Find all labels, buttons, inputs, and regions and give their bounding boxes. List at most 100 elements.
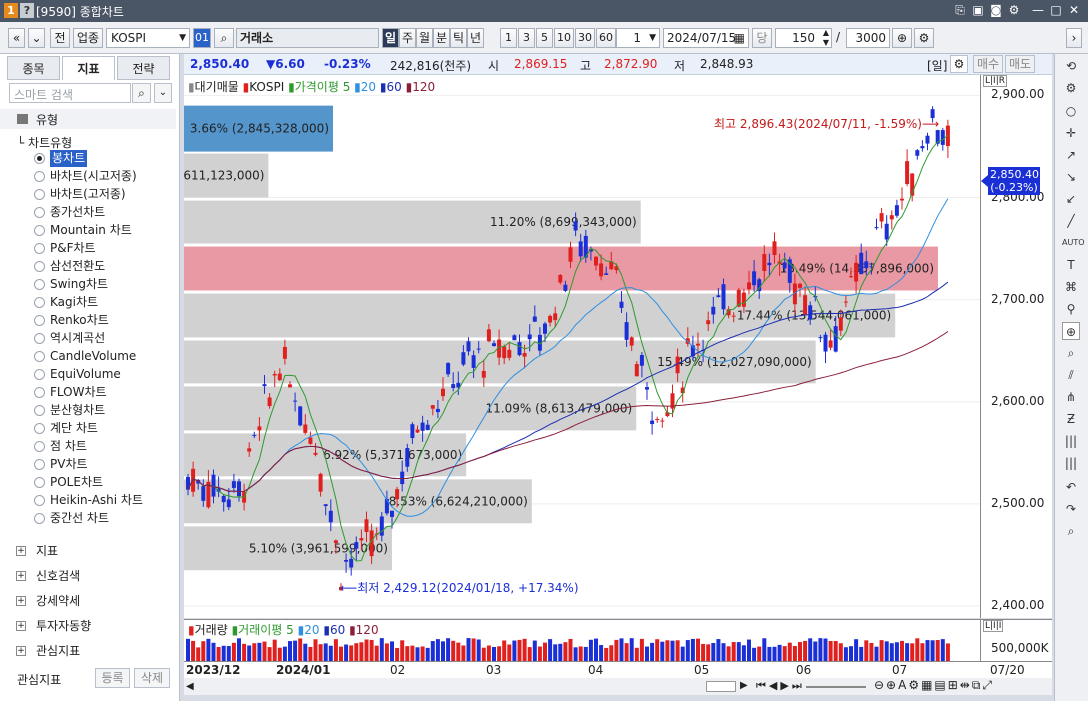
radio-icon[interactable] — [34, 153, 45, 164]
crosshair-icon[interactable]: ✛ — [1062, 124, 1080, 142]
radio-icon[interactable] — [34, 495, 45, 506]
search-icon[interactable]: ⌕ — [214, 28, 234, 48]
period-button-4[interactable]: 틱 — [450, 28, 467, 48]
expand-icon[interactable]: + — [16, 596, 26, 606]
radio-icon[interactable] — [34, 405, 45, 416]
period-button-3[interactable]: 분 — [433, 28, 450, 48]
chevron-down-icon[interactable]: ⌄ — [28, 28, 45, 48]
auto-trend-icon[interactable]: AUTO — [1062, 234, 1085, 252]
zoom-in-icon[interactable]: ⊕ — [892, 28, 912, 48]
undo-icon[interactable]: ↶ — [1062, 478, 1080, 496]
period-button-2[interactable]: 월 — [416, 28, 433, 48]
help-icon[interactable]: ? — [20, 3, 34, 18]
radio-icon[interactable] — [34, 423, 45, 434]
unit-select[interactable]: 1 ▼ — [616, 28, 660, 48]
marker-icon[interactable]: ⚲ — [1062, 300, 1080, 318]
symbol-select[interactable]: KOSPI ▼ — [106, 28, 190, 48]
scale-mode-label[interactable]: L|I|R — [983, 75, 1007, 87]
link-icon[interactable]: ⎘ — [952, 2, 968, 19]
fibo-icon[interactable]: ||| — [1062, 432, 1080, 450]
register-button[interactable]: 등록 — [95, 668, 130, 688]
refresh-icon[interactable]: ⟲ — [1062, 57, 1080, 75]
radio-icon[interactable] — [34, 477, 45, 488]
playback-icons[interactable]: ⏮◀▶⏭ — [756, 679, 805, 693]
tag-icon[interactable]: ⌘ — [1062, 278, 1080, 296]
nav-prev-button[interactable]: « — [8, 28, 25, 48]
radio-icon[interactable] — [34, 513, 45, 524]
text-icon[interactable]: T — [1062, 256, 1080, 274]
buy-button[interactable]: 매수 — [973, 55, 1003, 73]
symbol-code-badge[interactable]: 01 — [193, 28, 211, 48]
sell-button[interactable]: 매도 — [1005, 55, 1035, 73]
radio-icon[interactable] — [34, 459, 45, 470]
period-button-0[interactable]: 일 — [382, 28, 399, 48]
tree-group-label[interactable]: └ 차트유형 — [17, 134, 72, 151]
category-button[interactable]: 업종 — [73, 28, 103, 48]
interval-button-2[interactable]: 5 — [536, 28, 553, 48]
price-chart[interactable]: 3.66% (2,845,328,000) 2.07% (1,611,123,00… — [125, 75, 980, 618]
radio-icon[interactable] — [34, 387, 45, 398]
line-icon[interactable]: ╱ — [1062, 212, 1080, 230]
radio-icon[interactable] — [34, 441, 45, 452]
date-field[interactable]: 2024/07/15 ▦ — [663, 28, 749, 48]
vol-scale-mode-label[interactable]: L|I|I — [983, 620, 1004, 632]
radio-icon[interactable] — [34, 315, 45, 326]
search-icon[interactable]: ⌕ — [132, 83, 151, 103]
interval-button-5[interactable]: 60 — [596, 28, 616, 48]
speed-slider[interactable] — [806, 686, 866, 688]
date-mode-button[interactable]: 당 — [752, 28, 772, 48]
smart-search-input[interactable]: 스마트 검색 — [9, 83, 131, 103]
zoom-icon[interactable]: ⊕ — [1062, 322, 1080, 340]
pitchfork-icon[interactable]: ⋔ — [1062, 388, 1080, 406]
close-icon[interactable]: ✕ — [1066, 2, 1082, 19]
expand-icon[interactable]: + — [16, 621, 26, 631]
stepper-icon[interactable]: ▲ ▼ — [823, 28, 829, 48]
expand-icon[interactable]: + — [16, 571, 26, 581]
count-input[interactable]: 150 ▲ ▼ — [775, 28, 832, 48]
ray-icon[interactable]: ↙ — [1062, 190, 1080, 208]
zigzag-icon[interactable]: Ƶ — [1062, 410, 1080, 428]
radio-icon[interactable] — [34, 297, 45, 308]
chevron-down-icon[interactable]: ⌄ — [154, 83, 172, 103]
radio-icon[interactable] — [34, 207, 45, 218]
volume-chart[interactable]: ▮거래량 ▮거래이평 5 ▮20 ▮60 ▮120 — [184, 619, 980, 662]
arrow-line-icon[interactable]: ↘ — [1062, 168, 1080, 186]
radio-icon[interactable] — [34, 225, 45, 236]
maximize-icon[interactable]: □ — [1048, 2, 1064, 19]
interval-button-1[interactable]: 3 — [518, 28, 535, 48]
period-button-1[interactable]: 주 — [399, 28, 416, 48]
save-icon[interactable]: ▣ — [970, 2, 986, 19]
radio-icon[interactable] — [34, 189, 45, 200]
scroll-left-icon[interactable]: ◀ — [186, 681, 194, 692]
tab-stock[interactable]: 종목 — [7, 56, 60, 80]
radio-icon[interactable] — [34, 261, 45, 272]
prev-symbol-button[interactable]: 전 — [50, 28, 70, 48]
magnify-icon[interactable]: ⌕ — [1062, 522, 1080, 540]
minimize-icon[interactable]: — — [1030, 2, 1046, 19]
radio-icon[interactable] — [34, 279, 45, 290]
interval-button-3[interactable]: 10 — [554, 28, 574, 48]
interval-button-4[interactable]: 30 — [575, 28, 595, 48]
interval-button-0[interactable]: 1 — [500, 28, 517, 48]
radio-icon[interactable] — [34, 171, 45, 182]
chart-zoom-icons[interactable]: ⊖⊕A⚙▦▤⊞⇹⧉⤢ — [874, 678, 994, 693]
gear-icon[interactable]: ⚙ — [1062, 79, 1080, 97]
gear-icon[interactable]: ⚙ — [950, 55, 968, 73]
total-input[interactable]: 3000 — [846, 28, 890, 48]
expand-icon[interactable]: + — [16, 646, 26, 656]
gear-icon[interactable]: ⚙ — [1006, 2, 1022, 19]
period-button-5[interactable]: 년 — [467, 28, 484, 48]
tree-root-label[interactable]: 유형 — [36, 111, 58, 128]
settings-icon[interactable]: ⚙ — [914, 28, 934, 48]
radio-icon[interactable] — [34, 333, 45, 344]
radio-icon[interactable] — [34, 369, 45, 380]
scroll-right-icon[interactable]: ▶ — [740, 680, 748, 691]
camera-icon[interactable]: ◙ — [988, 2, 1004, 19]
tab-strategy[interactable]: 전략 — [117, 56, 170, 80]
trendline-icon[interactable]: ↗ — [1062, 146, 1080, 164]
scroll-thumb[interactable] — [706, 681, 736, 692]
channel-icon[interactable]: ⫽ — [1062, 366, 1080, 384]
redo-icon[interactable]: ↷ — [1062, 500, 1080, 518]
tab-indicator[interactable]: 지표 — [62, 56, 115, 80]
radio-icon[interactable] — [34, 351, 45, 362]
